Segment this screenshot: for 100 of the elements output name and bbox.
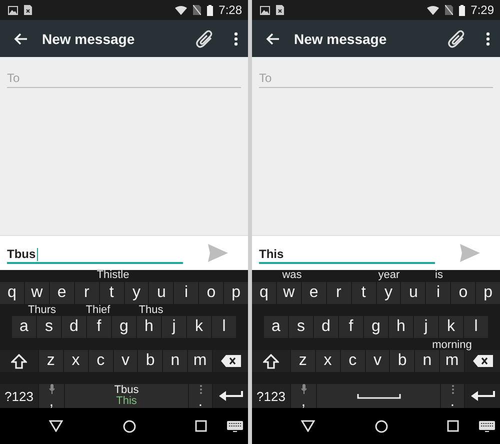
letter-key[interactable]: c [88,350,113,372]
letter-key[interactable]: w [276,282,301,304]
wifi-icon [426,6,439,14]
letter-key[interactable]: v [366,350,390,372]
gesture-suggestion[interactable]: is [435,270,443,281]
letter-key[interactable]: k [187,316,211,338]
letter-key[interactable]: b [138,350,162,372]
letter-key[interactable]: m [188,350,212,372]
shift-key[interactable] [0,350,38,372]
paperclip-icon[interactable] [196,28,214,48]
recipient-field[interactable]: To [259,68,493,88]
comma-label: , [301,396,306,408]
letter-key[interactable]: o [451,282,476,304]
letter-key[interactable]: i [174,282,198,304]
letter-key[interactable]: j [414,316,438,338]
comma-key[interactable]: , [291,384,316,408]
back-triangle-icon[interactable] [301,420,315,432]
letter-key[interactable]: h [389,316,413,338]
recipient-field[interactable]: To [7,68,241,88]
letter-key[interactable]: f [87,316,111,338]
backspace-key[interactable] [213,350,248,372]
gesture-suggestion[interactable]: year [378,270,400,281]
gesture-suggestion[interactable]: Thus [138,305,164,316]
letter-key[interactable]: e [50,282,74,304]
gesture-suggestion[interactable]: Thurs [28,305,56,316]
letter-key[interactable]: d [62,316,86,338]
gesture-suggestion[interactable]: Thistle [96,270,130,281]
letter-key[interactable]: g [364,316,388,338]
backspace-key[interactable] [465,350,500,372]
letter-key[interactable]: n [415,350,440,372]
keyboard-icon[interactable] [478,420,495,432]
letter-key[interactable]: v [114,350,138,372]
letter-key[interactable]: m [440,350,464,372]
letter-key[interactable]: r [74,282,99,304]
gesture-suggestion[interactable]: morning [432,340,472,351]
letter-key[interactable]: e [302,282,326,304]
letter-key[interactable]: p [476,282,500,304]
letter-key[interactable]: t [100,282,124,304]
wifi-icon [174,6,187,14]
letter-key[interactable]: q [252,282,276,304]
back-arrow-icon[interactable] [14,32,28,44]
suggestion-word[interactable]: This [116,396,137,407]
home-circle-icon[interactable] [123,420,136,432]
letter-key[interactable]: l [212,316,236,338]
letter-key[interactable]: t [352,282,376,304]
letter-key[interactable]: s [37,316,61,338]
letter-key[interactable]: f [339,316,363,338]
letter-key[interactable]: b [390,350,414,372]
letter-key[interactable]: j [162,316,186,338]
letter-key[interactable]: y [376,282,400,304]
shift-key[interactable] [252,350,290,372]
letter-key[interactable]: a [12,316,36,338]
shift-icon [263,354,279,368]
letter-key[interactable]: n [163,350,188,372]
back-triangle-icon[interactable] [49,420,63,432]
symbols-key[interactable]: ?123 [252,384,290,408]
symbols-key[interactable]: ?123 [0,384,38,408]
enter-key[interactable] [465,384,500,408]
recents-square-icon[interactable] [194,420,207,432]
letter-key[interactable]: r [326,282,351,304]
keyboard-icon[interactable] [226,420,243,432]
recents-square-icon[interactable] [446,420,459,432]
period-key[interactable]: . [441,384,464,408]
suggestion-word[interactable]: Tbus [114,385,139,396]
letter-key[interactable]: s [289,316,313,338]
letter-key[interactable]: p [224,282,248,304]
enter-key[interactable] [213,384,248,408]
more-options-icon[interactable] [234,32,238,46]
letter-key[interactable]: z [291,350,315,372]
gesture-suggestion[interactable]: Thief [86,305,110,316]
gesture-suggestion[interactable]: was [282,270,302,281]
period-key[interactable]: . [189,384,212,408]
space-bar[interactable] [317,384,440,408]
letter-key[interactable]: h [137,316,161,338]
shift-icon [11,354,27,368]
letter-key[interactable]: c [340,350,365,372]
letter-key[interactable]: i [426,282,450,304]
more-options-icon[interactable] [486,32,490,46]
letter-key[interactable]: o [199,282,224,304]
letter-key[interactable]: x [64,350,88,372]
microphone-icon [300,384,306,394]
letter-key[interactable]: x [316,350,340,372]
letter-key[interactable]: q [0,282,24,304]
letter-key[interactable]: a [264,316,288,338]
letter-key[interactable]: u [401,282,426,304]
letter-key[interactable]: d [314,316,338,338]
comma-key[interactable]: , [39,384,64,408]
letter-key[interactable]: z [39,350,63,372]
space-bar-icon [356,394,400,398]
space-bar[interactable]: Tbus This [65,384,188,408]
letter-key[interactable]: y [124,282,148,304]
letter-key[interactable]: k [439,316,463,338]
paperclip-icon[interactable] [448,28,466,48]
home-circle-icon[interactable] [375,420,388,432]
screen-title: New message [42,30,136,46]
letter-key[interactable]: g [112,316,136,338]
letter-key[interactable]: l [464,316,488,338]
back-arrow-icon[interactable] [266,32,280,44]
letter-key[interactable]: u [149,282,174,304]
letter-key[interactable]: w [24,282,49,304]
